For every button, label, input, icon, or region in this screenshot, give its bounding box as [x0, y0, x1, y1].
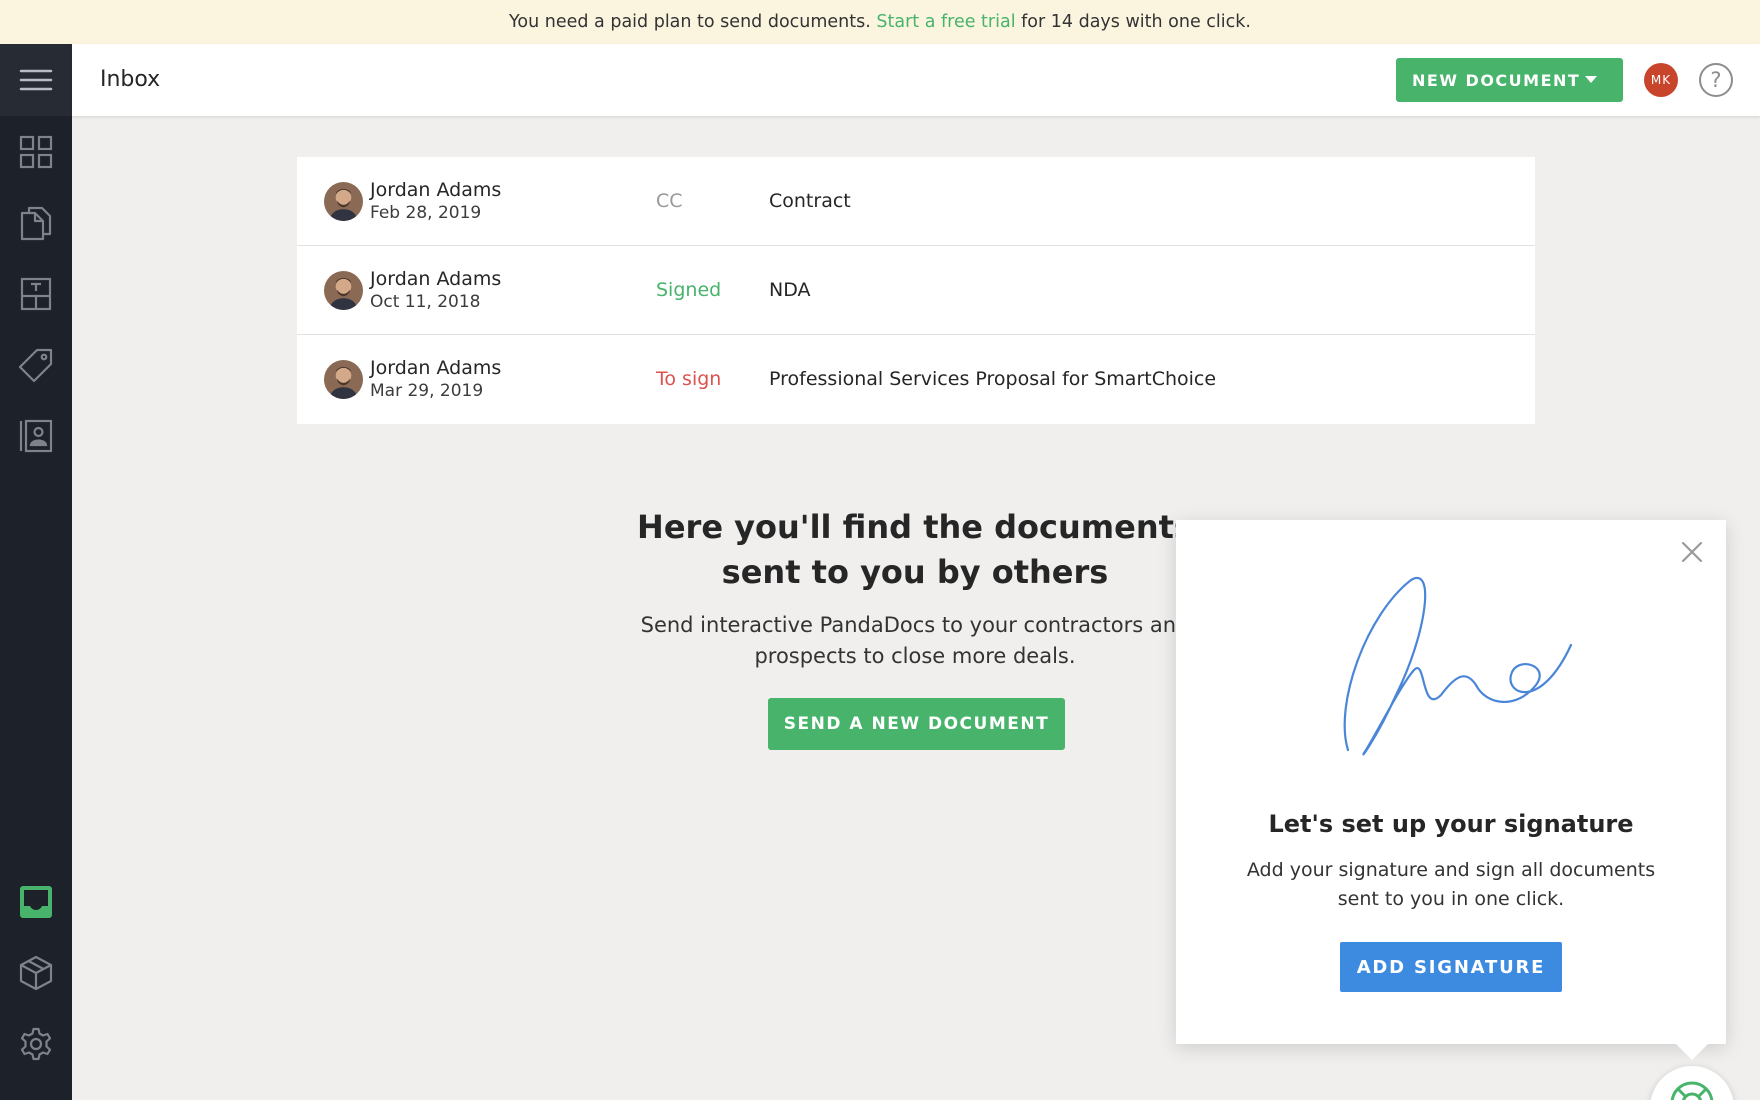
- sidebar-item-integrations[interactable]: [0, 943, 72, 1003]
- popup-title: Let's set up your signature: [1268, 810, 1634, 838]
- empty-state-desc-line: prospects to close more deals.: [754, 644, 1076, 668]
- add-signature-button[interactable]: ADD SIGNATURE: [1340, 942, 1562, 992]
- lifebuoy-icon: [1670, 1081, 1714, 1100]
- sidebar-item-templates[interactable]: [0, 264, 72, 324]
- documents-icon: [20, 206, 52, 241]
- sender-avatar: [324, 182, 363, 221]
- popup-desc-line: Add your signature and sign all document…: [1246, 859, 1656, 881]
- dashboard-grid-icon: [19, 135, 53, 169]
- send-new-document-button[interactable]: SEND A NEW DOCUMENT: [768, 698, 1065, 750]
- top-header: Inbox NEW DOCUMENT MK ?: [72, 44, 1760, 116]
- inbox-icon: [20, 886, 52, 918]
- banner-suffix: for 14 days with one click.: [1021, 12, 1251, 32]
- empty-state-title-line: Here you'll find the documents: [637, 508, 1193, 546]
- document-date: Oct 11, 2018: [370, 292, 481, 312]
- sender-name: Jordan Adams: [370, 357, 502, 379]
- empty-state-desc-line: Send interactive PandaDocs to your contr…: [640, 613, 1190, 637]
- sender-avatar: [324, 271, 363, 310]
- banner-text: You need a paid plan to send documents.: [509, 12, 871, 32]
- new-document-label: NEW DOCUMENT: [1412, 70, 1581, 90]
- sidebar-item-catalog[interactable]: [0, 335, 72, 395]
- settings-gear-icon: [20, 1027, 52, 1061]
- hamburger-menu-icon: [19, 69, 53, 91]
- contacts-icon: [19, 419, 53, 453]
- document-title[interactable]: Professional Services Proposal for Smart…: [769, 368, 1216, 390]
- new-document-button[interactable]: NEW DOCUMENT: [1396, 58, 1623, 102]
- table-row[interactable]: Jordan Adams Oct 11, 2018 Signed NDA: [297, 246, 1535, 335]
- document-date: Feb 28, 2019: [370, 203, 482, 223]
- paid-plan-banner: You need a paid plan to send documents. …: [0, 0, 1760, 44]
- signature-setup-popup: Let's set up your signature Add your sig…: [1176, 520, 1726, 1044]
- popup-desc-line: sent to you in one click.: [1337, 888, 1565, 910]
- catalog-tag-icon: [18, 348, 53, 383]
- table-row[interactable]: Jordan Adams Mar 29, 2019 To sign Profes…: [297, 335, 1535, 424]
- inbox-document-list: Jordan Adams Feb 28, 2019 CC Contract Jo…: [297, 157, 1535, 424]
- status-badge: Signed: [656, 279, 722, 301]
- sidebar-item-inbox[interactable]: [0, 872, 72, 932]
- start-free-trial-link[interactable]: Start a free trial: [876, 12, 1015, 32]
- templates-icon: [20, 277, 52, 311]
- sidebar-item-settings[interactable]: [0, 1014, 72, 1074]
- user-avatar[interactable]: MK: [1644, 63, 1678, 97]
- document-date: Mar 29, 2019: [370, 381, 484, 401]
- support-chat-button[interactable]: [1650, 1066, 1734, 1100]
- sidebar: [0, 44, 72, 1100]
- document-title[interactable]: NDA: [769, 279, 811, 301]
- close-icon[interactable]: [1678, 538, 1706, 566]
- integrations-cube-icon: [19, 955, 53, 991]
- empty-state-title-line: sent to you by others: [721, 553, 1109, 591]
- empty-state-description: Send interactive PandaDocs to your contr…: [560, 610, 1270, 672]
- signature-illustration: [1343, 576, 1573, 756]
- sidebar-menu-toggle[interactable]: [0, 44, 72, 116]
- popup-pointer: [1672, 1040, 1712, 1060]
- table-row[interactable]: Jordan Adams Feb 28, 2019 CC Contract: [297, 157, 1535, 246]
- document-title[interactable]: Contract: [769, 190, 851, 212]
- sidebar-item-contacts[interactable]: [0, 406, 72, 466]
- sidebar-item-documents[interactable]: [0, 193, 72, 253]
- sender-name: Jordan Adams: [370, 179, 502, 201]
- page-title: Inbox: [100, 67, 161, 92]
- sender-name: Jordan Adams: [370, 268, 502, 290]
- status-badge: CC: [656, 190, 683, 212]
- status-badge: To sign: [656, 368, 722, 390]
- empty-state-title: Here you'll find the documents sent to y…: [615, 505, 1215, 595]
- sender-avatar: [324, 360, 363, 399]
- help-icon[interactable]: ?: [1699, 63, 1733, 97]
- chevron-down-icon: [1585, 76, 1597, 83]
- popup-description: Add your signature and sign all document…: [1236, 856, 1666, 914]
- sidebar-item-dashboard[interactable]: [0, 122, 72, 182]
